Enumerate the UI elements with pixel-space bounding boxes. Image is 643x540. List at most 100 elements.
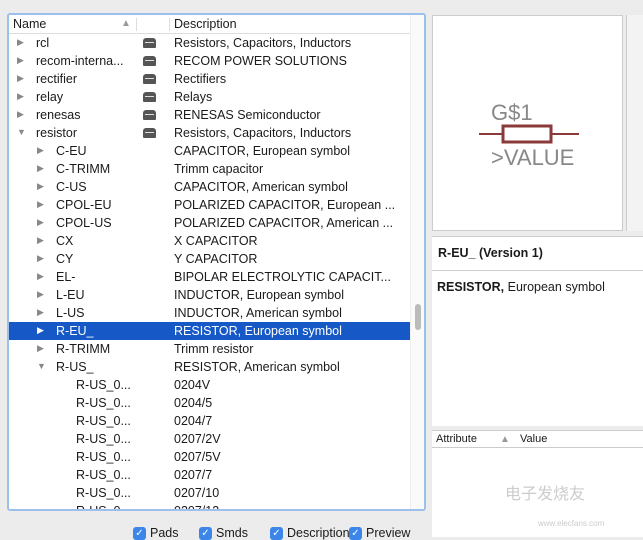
label: Smds [216, 526, 248, 540]
label: Preview [366, 526, 411, 540]
tree-row[interactable]: ▶ L-EU INDUCTOR, European symbol [9, 286, 410, 304]
disclosure-collapsed-icon[interactable]: ▶ [37, 145, 44, 156]
scrollbar-thumb[interactable] [415, 304, 421, 330]
row-description: 0204V [174, 378, 211, 392]
row-name: CX [56, 234, 74, 248]
column-attribute[interactable]: Attribute [436, 433, 477, 445]
disclosure-collapsed-icon[interactable]: ▶ [37, 235, 44, 246]
divider [432, 270, 643, 271]
row-name: C-TRIMM [56, 162, 111, 176]
row-name: R-TRIMM [56, 342, 111, 356]
row-description: POLARIZED CAPACITOR, American ... [174, 216, 394, 230]
disclosure-expanded-icon[interactable]: ▼ [37, 361, 46, 371]
tree-row[interactable]: ▶ R-TRIMM Trimm resistor [9, 340, 410, 358]
tree-row[interactable]: ▼ R-US_ RESISTOR, American symbol [9, 358, 410, 376]
disclosure-collapsed-icon[interactable]: ▶ [17, 91, 24, 102]
row-description: RESISTOR, European symbol [174, 324, 342, 338]
tree-row[interactable]: ▶ CY Y CAPACITOR [9, 250, 410, 268]
row-name: rectifier [36, 72, 77, 86]
disclosure-collapsed-icon[interactable]: ▶ [37, 253, 44, 264]
tree-row[interactable]: ▶ EL- BIPOLAR ELECTROLYTIC CAPACIT... [9, 268, 410, 286]
desc-text: European symbol [504, 280, 605, 294]
column-description[interactable]: Description [174, 17, 237, 31]
tree-row[interactable]: R-US_0... 0207/12 [9, 502, 410, 509]
disclosure-collapsed-icon[interactable]: ▶ [37, 199, 44, 210]
column-value[interactable]: Value [520, 433, 547, 445]
row-description: RECOM POWER SOLUTIONS [174, 54, 347, 68]
disclosure-collapsed-icon[interactable]: ▶ [37, 163, 44, 174]
tree-row[interactable]: ▶ C-EU CAPACITOR, European symbol [9, 142, 410, 160]
tree-row[interactable]: ▶ C-US CAPACITOR, American symbol [9, 178, 410, 196]
row-name: R-US_0... [76, 414, 131, 428]
row-description: 0207/7 [174, 468, 213, 482]
sort-ascending-icon[interactable]: ▲ [500, 434, 510, 445]
disclosure-collapsed-icon[interactable]: ▶ [37, 217, 44, 228]
row-name: CY [56, 252, 74, 266]
symbol-value-label: >VALUE [491, 145, 574, 170]
row-description: 0204/5 [174, 396, 213, 410]
row-name: R-US_0... [76, 486, 131, 500]
disclosure-expanded-icon[interactable]: ▼ [17, 127, 26, 137]
row-name: R-US_0... [76, 450, 131, 464]
disclosure-collapsed-icon[interactable]: ▶ [37, 325, 44, 336]
row-description: CAPACITOR, European symbol [174, 144, 350, 158]
row-description: Rectifiers [174, 72, 227, 86]
row-description: Resistors, Capacitors, Inductors [174, 36, 352, 50]
tree-row[interactable]: ▶ renesas RENESAS Semiconductor [9, 106, 410, 124]
tree-row[interactable]: ▶ R-EU_ RESISTOR, European symbol [9, 322, 410, 340]
column-name[interactable]: Name [13, 17, 46, 31]
tree-row[interactable]: ▶ CPOL-US POLARIZED CAPACITOR, American ..… [9, 214, 410, 232]
row-description: 0207/5V [174, 450, 221, 464]
row-name: C-EU [56, 144, 87, 158]
tree-row[interactable]: ▼ resistor Resistors, Capacitors, Inductor… [9, 124, 410, 142]
tree-row[interactable]: R-US_0... 0207/10 [9, 484, 410, 502]
tree-row[interactable]: ▶ CPOL-EU POLARIZED CAPACITOR, European ..… [9, 196, 410, 214]
disclosure-collapsed-icon[interactable]: ▶ [37, 181, 44, 192]
watermark-url: www.elecfans.com [538, 519, 605, 528]
row-description: INDUCTOR, American symbol [174, 306, 342, 320]
row-name: C-US [56, 180, 87, 194]
disclosure-collapsed-icon[interactable]: ▶ [37, 343, 44, 354]
check-icon: ✓ [199, 526, 212, 540]
disclosure-collapsed-icon[interactable]: ▶ [17, 109, 24, 120]
disclosure-collapsed-icon[interactable]: ▶ [17, 73, 24, 84]
tree-row[interactable]: R-US_0... 0207/5V [9, 448, 410, 466]
tree-row[interactable]: ▶ CX X CAPACITOR [9, 232, 410, 250]
disclosure-collapsed-icon[interactable]: ▶ [17, 37, 24, 48]
tree-row[interactable]: ▶ rcl Resistors, Capacitors, Inductors [9, 34, 410, 52]
tree-row[interactable]: ▶ rectifier Rectifiers [9, 70, 410, 88]
tree-row[interactable]: R-US_0... 0204V [9, 376, 410, 394]
vertical-scrollbar[interactable] [410, 15, 424, 509]
disclosure-collapsed-icon[interactable]: ▶ [37, 289, 44, 300]
tree-row[interactable]: ▶ recom-interna... RECOM POWER SOLUTIONS [9, 52, 410, 70]
row-name: CPOL-EU [56, 198, 112, 212]
tree-rows: ▶ rcl Resistors, Capacitors, Inductors ▶ rec… [9, 34, 410, 509]
description-checkbox[interactable]: ✓ Description [270, 526, 350, 540]
tree-row[interactable]: ▶ relay Relays [9, 88, 410, 106]
row-description: Y CAPACITOR [174, 252, 258, 266]
disclosure-collapsed-icon[interactable]: ▶ [37, 271, 44, 282]
row-description: POLARIZED CAPACITOR, European ... [174, 198, 396, 212]
tree-row[interactable]: R-US_0... 0204/5 [9, 394, 410, 412]
tree-row[interactable]: R-US_0... 0207/7 [9, 466, 410, 484]
sort-ascending-icon[interactable]: ▲ [121, 18, 131, 29]
row-description: X CAPACITOR [174, 234, 258, 248]
tree-row[interactable]: ▶ C-TRIMM Trimm capacitor [9, 160, 410, 178]
pads-checkbox[interactable]: ✓ Pads [133, 526, 179, 540]
row-name: rcl [36, 36, 50, 50]
row-name: L-EU [56, 288, 85, 302]
tree-row[interactable]: R-US_0... 0204/7 [9, 412, 410, 430]
disclosure-collapsed-icon[interactable]: ▶ [37, 307, 44, 318]
row-name: R-US_0... [76, 378, 131, 392]
disclosure-collapsed-icon[interactable]: ▶ [17, 55, 24, 66]
library-icon [143, 74, 156, 84]
tree-row[interactable]: R-US_0... 0207/2V [9, 430, 410, 448]
preview-checkbox[interactable]: ✓ Preview [349, 526, 411, 540]
row-description: RENESAS Semiconductor [174, 108, 321, 122]
row-name: EL- [56, 270, 76, 284]
library-tree[interactable]: Name ▲ Description ▶ rcl Resistors, Capaci… [7, 13, 426, 511]
tree-row[interactable]: ▶ L-US INDUCTOR, American symbol [9, 304, 410, 322]
symbol-name-label: G$1 [491, 100, 533, 125]
smds-checkbox[interactable]: ✓ Smds [199, 526, 248, 540]
row-description: 0207/2V [174, 432, 221, 446]
